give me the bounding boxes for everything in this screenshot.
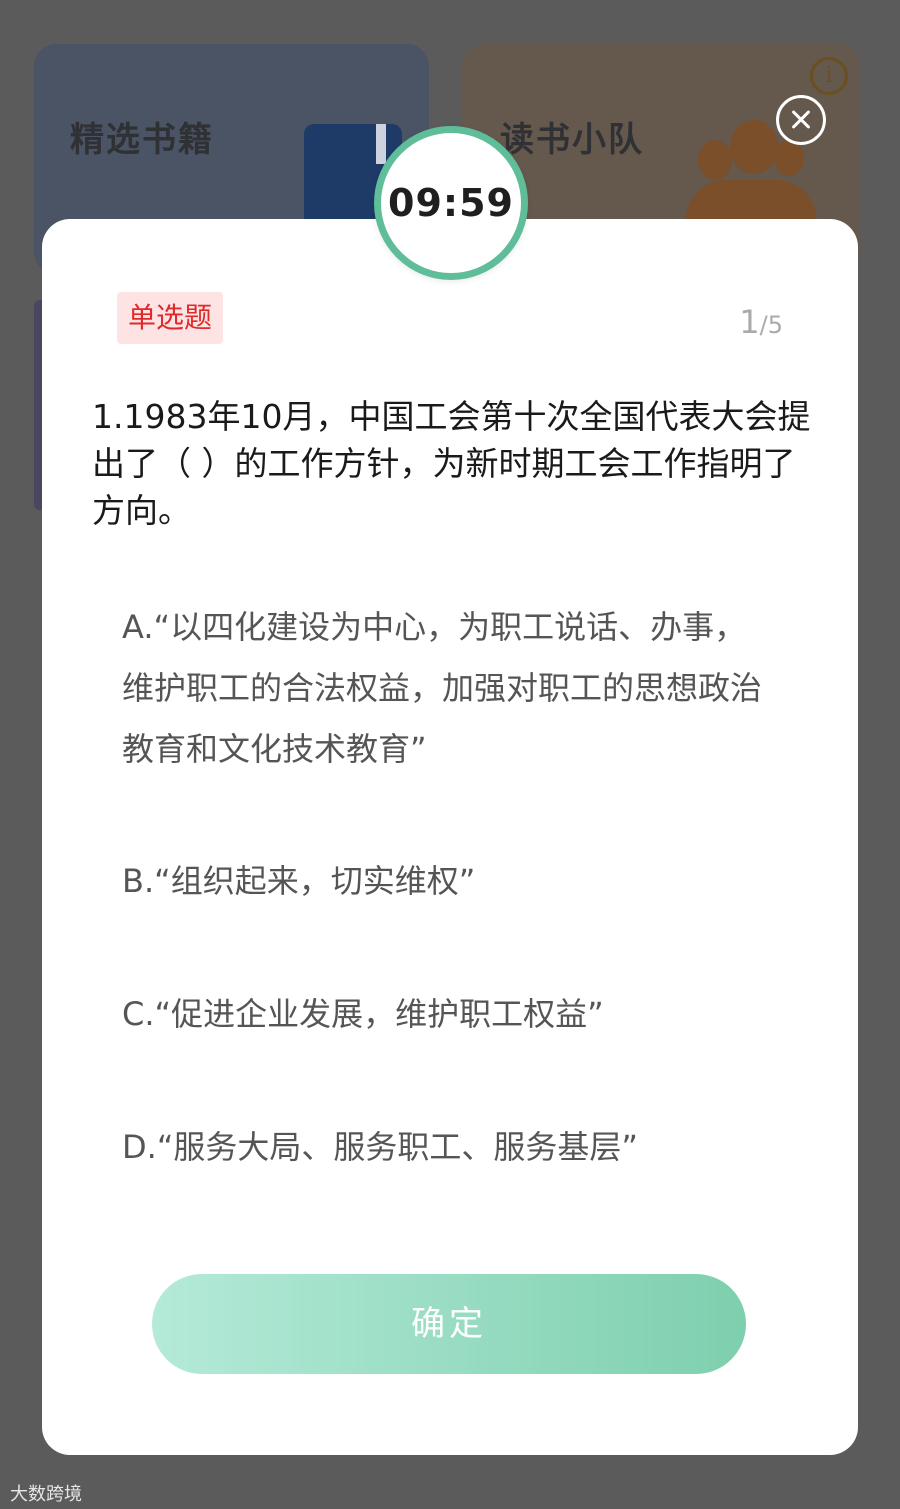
countdown-timer: 09:59 [374,126,528,280]
watermark: 大数跨境 [10,1484,82,1505]
question-type-badge: 单选题 [117,292,224,344]
card-books-title: 精选书籍 [70,120,214,160]
progress-total: /5 [759,311,783,339]
team-illustration-person [774,140,804,176]
info-icon[interactable]: i [810,57,848,95]
team-illustration-person [698,140,732,180]
close-icon[interactable] [776,95,826,145]
confirm-button[interactable]: 确定 [152,1274,746,1374]
card-team-title: 读书小队 [500,120,644,160]
team-illustration-person [730,120,778,174]
option-d[interactable]: D.“服务大局、服务职工、服务基层” [122,1117,772,1178]
question-text: 1.1983年10月，中国工会第十次全国代表大会提出了（ ）的工作方针，为新时期… [92,397,811,530]
option-a[interactable]: A.“以四化建设为中心，为职工说话、办事，维护职工的合法权益，加强对职工的思想政… [122,597,772,780]
option-b[interactable]: B.“组织起来，切实维权” [122,851,772,912]
question-progress: 1/5 [739,303,783,341]
progress-current: 1 [739,303,760,341]
timer-text: 09:59 [388,181,514,225]
quiz-modal: 单选题 1/5 1.1983年10月，中国工会第十次全国代表大会提出了（ ）的工… [42,219,858,1455]
option-c[interactable]: C.“促进企业发展，维护职工权益” [122,984,772,1045]
